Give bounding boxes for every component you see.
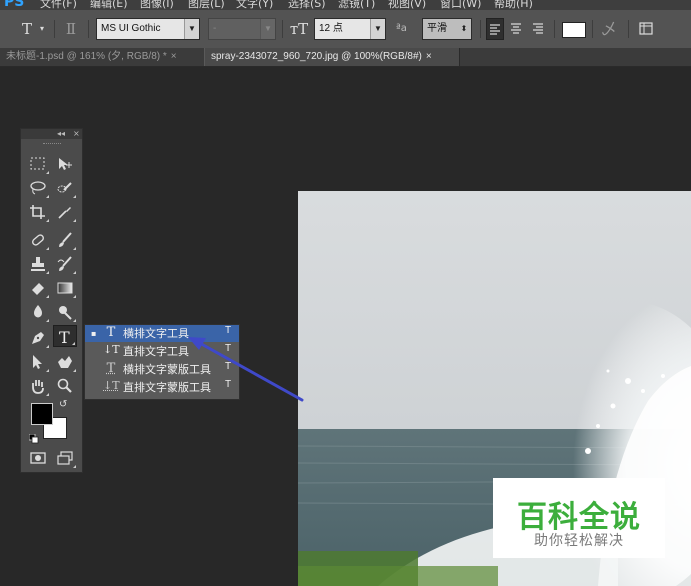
font-size-value: 12 点 xyxy=(319,23,343,34)
custom-shape-tool-icon[interactable] xyxy=(53,351,77,373)
tab-label: 未标题-1.psd @ 161% (夕, RGB/8) * xyxy=(6,51,167,62)
eraser-tool-icon[interactable] xyxy=(26,277,50,299)
text-color-swatch[interactable] xyxy=(562,22,586,38)
preset-dropdown-arrow-icon[interactable]: ▾ xyxy=(40,18,48,40)
crop-tool-icon[interactable] xyxy=(26,201,50,223)
font-style-value: - xyxy=(213,23,217,34)
tools-panel-header: ◂◂ × xyxy=(21,129,82,139)
chevron-down-icon: ▼ xyxy=(184,19,199,39)
close-icon[interactable]: × xyxy=(171,51,177,62)
default-colors-icon[interactable] xyxy=(28,429,39,444)
antialias-value: 平滑 xyxy=(427,23,447,34)
align-left-icon[interactable] xyxy=(486,18,504,40)
watermark-logo: 百科全说 助你轻松解决 xyxy=(493,478,665,558)
menu-item-horizontal-type-mask-tool[interactable]: T 横排文字蒙版工具 T xyxy=(85,361,239,378)
collapse-icon[interactable]: ◂◂ xyxy=(57,129,65,138)
font-size-select[interactable]: 12 点 ▼ xyxy=(314,18,386,40)
menu-item-shortcut: T xyxy=(225,361,232,372)
tab-spray-jpg[interactable]: spray-2343072_960_720.jpg @ 100%(RGB/8#)… xyxy=(204,48,460,66)
antialias-icon: ªa xyxy=(396,23,407,34)
menu-item-horizontal-type-tool[interactable]: ▪ T 横排文字工具 T xyxy=(85,325,239,342)
menu-file[interactable]: 文件(F) xyxy=(40,0,77,10)
watermark-subtitle: 助你轻松解决 xyxy=(534,533,624,549)
menu-item-shortcut: T xyxy=(225,343,232,354)
quick-mask-icon[interactable] xyxy=(26,447,50,469)
clone-stamp-tool-icon[interactable] xyxy=(26,253,50,275)
quick-selection-tool-icon[interactable] xyxy=(53,177,77,199)
marquee-tool-icon[interactable] xyxy=(26,153,50,175)
menu-item-shortcut: T xyxy=(225,379,232,390)
current-tool-marker: ▪ xyxy=(91,329,97,338)
brush-tool-icon[interactable] xyxy=(53,229,77,251)
close-icon[interactable]: × xyxy=(426,51,432,62)
tools-panel: ◂◂ × T ↺ xyxy=(20,128,83,473)
menu-layer[interactable]: 图层(L) xyxy=(188,0,225,10)
updown-arrow-icon: ⬍ xyxy=(457,19,471,39)
font-style-select[interactable]: - ▼ xyxy=(208,18,276,40)
menu-item-label: 直排文字工具 xyxy=(123,345,189,358)
menu-item-label: 直排文字蒙版工具 xyxy=(123,381,211,394)
vertical-type-icon: ↓T xyxy=(103,343,120,356)
document-tab-bar: 未标题-1.psd @ 161% (夕, RGB/8) * × spray-234… xyxy=(0,48,691,67)
character-panel-icon[interactable] xyxy=(636,18,658,40)
hand-tool-icon[interactable] xyxy=(26,375,50,397)
menu-image[interactable]: 图像(I) xyxy=(140,0,174,10)
menu-item-label: 横排文字工具 xyxy=(123,327,189,340)
menu-item-shortcut: T xyxy=(225,325,232,336)
move-tool-icon[interactable] xyxy=(53,153,77,175)
swap-colors-icon[interactable]: ↺ xyxy=(59,399,67,410)
menu-bar: PS 文件(F) 编辑(E) 图像(I) 图层(L) 文字(Y) 选择(S) 滤… xyxy=(0,0,691,10)
type-tool-flyout-menu: ▪ T 横排文字工具 T ↓T 直排文字工具 T T 横排文字蒙版工具 T ↓T… xyxy=(84,324,240,400)
pen-tool-icon[interactable] xyxy=(26,327,50,349)
tab-label: spray-2343072_960_720.jpg @ 100%(RGB/8#) xyxy=(211,51,422,62)
path-selection-tool-icon[interactable] xyxy=(26,351,50,373)
menu-edit[interactable]: 编辑(E) xyxy=(90,0,128,10)
history-brush-tool-icon[interactable] xyxy=(53,253,77,275)
menu-item-vertical-type-tool[interactable]: ↓T 直排文字工具 T xyxy=(85,343,239,360)
horizontal-type-tool-icon[interactable]: T xyxy=(53,325,77,347)
ps-logo: PS xyxy=(4,0,25,10)
chevron-down-icon: ▼ xyxy=(260,19,275,39)
chevron-down-icon: ▼ xyxy=(370,19,385,39)
toggle-orientation-icon[interactable]: Ⅱ xyxy=(60,18,82,40)
menu-window[interactable]: 窗口(W) xyxy=(440,0,481,10)
menu-help[interactable]: 帮助(H) xyxy=(494,0,533,10)
zoom-tool-icon[interactable] xyxy=(53,375,77,397)
menu-view[interactable]: 视图(V) xyxy=(388,0,426,10)
align-right-icon[interactable] xyxy=(530,18,548,40)
menu-item-vertical-type-mask-tool[interactable]: ↓T 直排文字蒙版工具 T xyxy=(85,379,239,396)
horizontal-type-mask-icon: T xyxy=(106,361,116,376)
tab-untitled[interactable]: 未标题-1.psd @ 161% (夕, RGB/8) * × xyxy=(0,48,204,66)
font-family-select[interactable]: MS UI Gothic ▼ xyxy=(96,18,200,40)
antialias-select[interactable]: 平滑 ⬍ xyxy=(422,18,472,40)
panel-grip[interactable] xyxy=(43,143,61,146)
healing-brush-tool-icon[interactable] xyxy=(26,229,50,251)
vertical-type-mask-icon: ↓T xyxy=(103,379,120,392)
foreground-color-swatch[interactable] xyxy=(31,403,53,425)
close-icon[interactable]: × xyxy=(73,129,80,138)
menu-type[interactable]: 文字(Y) xyxy=(236,0,273,10)
horizontal-type-icon: T xyxy=(106,325,116,340)
align-center-icon[interactable] xyxy=(508,18,526,40)
blur-tool-icon[interactable] xyxy=(26,301,50,323)
dodge-tool-icon[interactable] xyxy=(53,301,77,323)
eyedropper-tool-icon[interactable] xyxy=(53,201,77,223)
gradient-tool-icon[interactable] xyxy=(53,277,77,299)
font-family-value: MS UI Gothic xyxy=(101,23,161,34)
screen-mode-icon[interactable] xyxy=(53,447,77,469)
menu-filter[interactable]: 滤镜(T) xyxy=(338,0,375,10)
options-bar: T ▾ Ⅱ MS UI Gothic ▼ - ▼ ᴛT 12 点 ▼ ªa 平滑… xyxy=(0,10,691,49)
font-size-icon: ᴛT xyxy=(289,20,309,38)
svg-text:T: T xyxy=(59,329,70,345)
lasso-tool-icon[interactable] xyxy=(26,177,50,199)
warp-text-icon[interactable]: 乄 xyxy=(598,18,620,40)
menu-item-label: 横排文字蒙版工具 xyxy=(123,363,211,376)
menu-select[interactable]: 选择(S) xyxy=(288,0,326,10)
type-tool-preset-icon[interactable]: T xyxy=(16,18,38,40)
